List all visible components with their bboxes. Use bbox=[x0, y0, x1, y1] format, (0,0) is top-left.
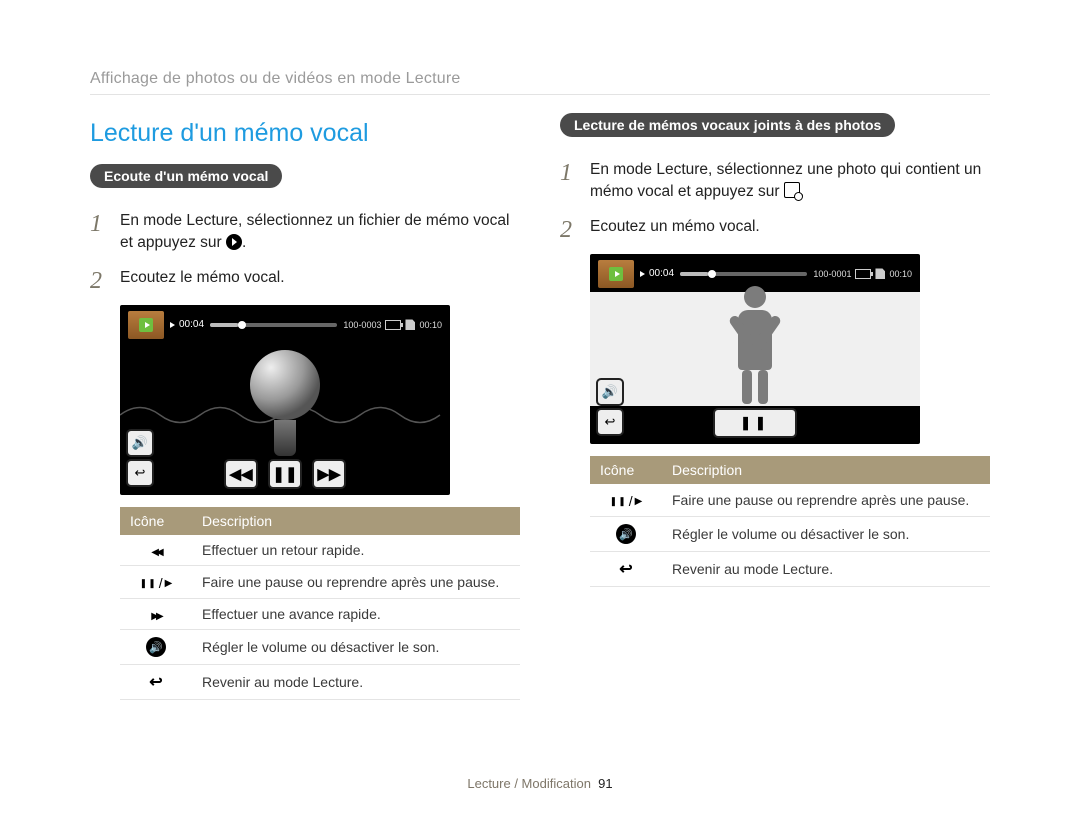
total-time: 00:10 bbox=[419, 320, 442, 330]
icon-legend-table: Icône Description / Faire une pause ou r… bbox=[590, 456, 990, 588]
player-meta: 00:04 100-0001 00:10 bbox=[640, 268, 912, 279]
row-desc: Effectuer une avance rapide. bbox=[192, 599, 520, 630]
step-number: 1 bbox=[560, 159, 590, 204]
play-icon bbox=[165, 578, 173, 589]
photo-preview bbox=[590, 292, 920, 406]
player-controls: ❚❚ bbox=[590, 408, 920, 438]
player-meta: 00:04 100-0003 00:10 bbox=[170, 319, 442, 330]
step-1: 1 En mode Lecture, sélectionnez une phot… bbox=[560, 159, 990, 204]
progress-bar[interactable] bbox=[680, 272, 807, 276]
volume-icon bbox=[616, 524, 636, 544]
row-desc: Effectuer un retour rapide. bbox=[192, 535, 520, 566]
page-number: 91 bbox=[598, 776, 612, 791]
step-2: 2 Ecoutez le mémo vocal. bbox=[90, 267, 520, 293]
two-column-layout: Lecture d'un mémo vocal Ecoute d'un mémo… bbox=[90, 113, 990, 700]
device-screenshot-photo-memo: 00:04 100-0001 00:10 bbox=[590, 254, 920, 444]
volume-button[interactable]: 🔊 bbox=[596, 378, 624, 406]
battery-icon bbox=[855, 269, 871, 279]
row-desc: Faire une pause ou reprendre après une p… bbox=[662, 484, 990, 517]
step-number: 1 bbox=[90, 210, 120, 255]
volume-button[interactable]: 🔊 bbox=[126, 429, 154, 457]
breadcrumb: Affichage de photos ou de vidéos en mode… bbox=[90, 70, 990, 95]
progress-bar[interactable] bbox=[210, 323, 337, 327]
play-icon bbox=[635, 496, 643, 507]
page-title: Lecture d'un mémo vocal bbox=[90, 119, 520, 148]
pause-button[interactable]: ❚❚ bbox=[268, 459, 302, 489]
pause-button[interactable]: ❚❚ bbox=[713, 408, 797, 438]
section-pill-photo-memo: Lecture de mémos vocaux joints à des pho… bbox=[560, 113, 895, 137]
left-column: Lecture d'un mémo vocal Ecoute d'un mémo… bbox=[90, 113, 520, 700]
memo-icon bbox=[784, 182, 800, 198]
player-controls: ◀◀ ❚❚ ▶▶ bbox=[120, 459, 450, 489]
pause-icon bbox=[610, 496, 627, 507]
step-2: 2 Ecoutez un mémo vocal. bbox=[560, 216, 990, 242]
memo-thumbnail bbox=[598, 260, 634, 288]
step-number: 2 bbox=[560, 216, 590, 242]
file-number: 100-0003 bbox=[343, 320, 381, 330]
page-footer: Lecture / Modification 91 bbox=[0, 776, 1080, 791]
player-top-bar: 00:04 100-0001 00:10 bbox=[590, 254, 920, 290]
table-row: Régler le volume ou désactiver le son. bbox=[590, 517, 990, 552]
step-text: Ecoutez le mémo vocal. bbox=[120, 267, 285, 293]
manual-page: Affichage de photos ou de vidéos en mode… bbox=[0, 0, 1080, 815]
step-text: En mode Lecture, sélectionnez une photo … bbox=[590, 159, 990, 204]
play-indicator-icon bbox=[170, 322, 175, 328]
table-row: Revenir au mode Lecture. bbox=[120, 665, 520, 700]
col-icon: Icône bbox=[590, 456, 662, 484]
back-icon bbox=[149, 672, 162, 692]
row-desc: Régler le volume ou désactiver le son. bbox=[662, 517, 990, 552]
memo-thumbnail bbox=[128, 311, 164, 339]
right-column: Lecture de mémos vocaux joints à des pho… bbox=[560, 113, 990, 700]
table-row: Régler le volume ou désactiver le son. bbox=[120, 630, 520, 665]
table-row: / Faire une pause ou reprendre après une… bbox=[590, 484, 990, 517]
back-icon bbox=[619, 559, 632, 579]
battery-icon bbox=[385, 320, 401, 330]
device-screenshot-memo: 00:04 100-0003 00:10 bbox=[120, 305, 450, 495]
player-top-bar: 00:04 100-0003 00:10 bbox=[120, 305, 450, 341]
microphone-graphic bbox=[120, 343, 450, 457]
step-number: 2 bbox=[90, 267, 120, 293]
rewind-button[interactable]: ◀◀ bbox=[224, 459, 258, 489]
play-indicator-icon bbox=[640, 271, 645, 277]
rewind-icon bbox=[151, 547, 160, 558]
row-desc: Revenir au mode Lecture. bbox=[192, 665, 520, 700]
row-desc: Régler le volume ou désactiver le son. bbox=[192, 630, 520, 665]
col-desc: Description bbox=[192, 507, 520, 535]
forward-icon bbox=[151, 611, 160, 622]
total-time: 00:10 bbox=[889, 269, 912, 279]
person-silhouette bbox=[720, 286, 790, 406]
forward-button[interactable]: ▶▶ bbox=[312, 459, 346, 489]
file-number: 100-0001 bbox=[813, 269, 851, 279]
section-pill-listen: Ecoute d'un mémo vocal bbox=[90, 164, 282, 188]
col-icon: Icône bbox=[120, 507, 192, 535]
sd-card-icon bbox=[875, 268, 885, 279]
row-desc: Revenir au mode Lecture. bbox=[662, 552, 990, 587]
volume-icon bbox=[146, 637, 166, 657]
sd-card-icon bbox=[405, 319, 415, 330]
table-row: Effectuer un retour rapide. bbox=[120, 535, 520, 566]
pause-icon bbox=[140, 578, 157, 589]
step-1: 1 En mode Lecture, sélectionnez un fichi… bbox=[90, 210, 520, 255]
table-row: Effectuer une avance rapide. bbox=[120, 599, 520, 630]
row-desc: Faire une pause ou reprendre après une p… bbox=[192, 565, 520, 599]
play-icon bbox=[226, 234, 242, 250]
footer-section: Lecture / Modification bbox=[467, 776, 591, 791]
step-text: Ecoutez un mémo vocal. bbox=[590, 216, 760, 242]
step-text: En mode Lecture, sélectionnez un fichier… bbox=[120, 210, 520, 255]
elapsed-time: 00:04 bbox=[649, 268, 674, 279]
table-row: / Faire une pause ou reprendre après une… bbox=[120, 565, 520, 599]
elapsed-time: 00:04 bbox=[179, 319, 204, 330]
col-desc: Description bbox=[662, 456, 990, 484]
icon-legend-table: Icône Description Effectuer un retour ra… bbox=[120, 507, 520, 701]
table-row: Revenir au mode Lecture. bbox=[590, 552, 990, 587]
